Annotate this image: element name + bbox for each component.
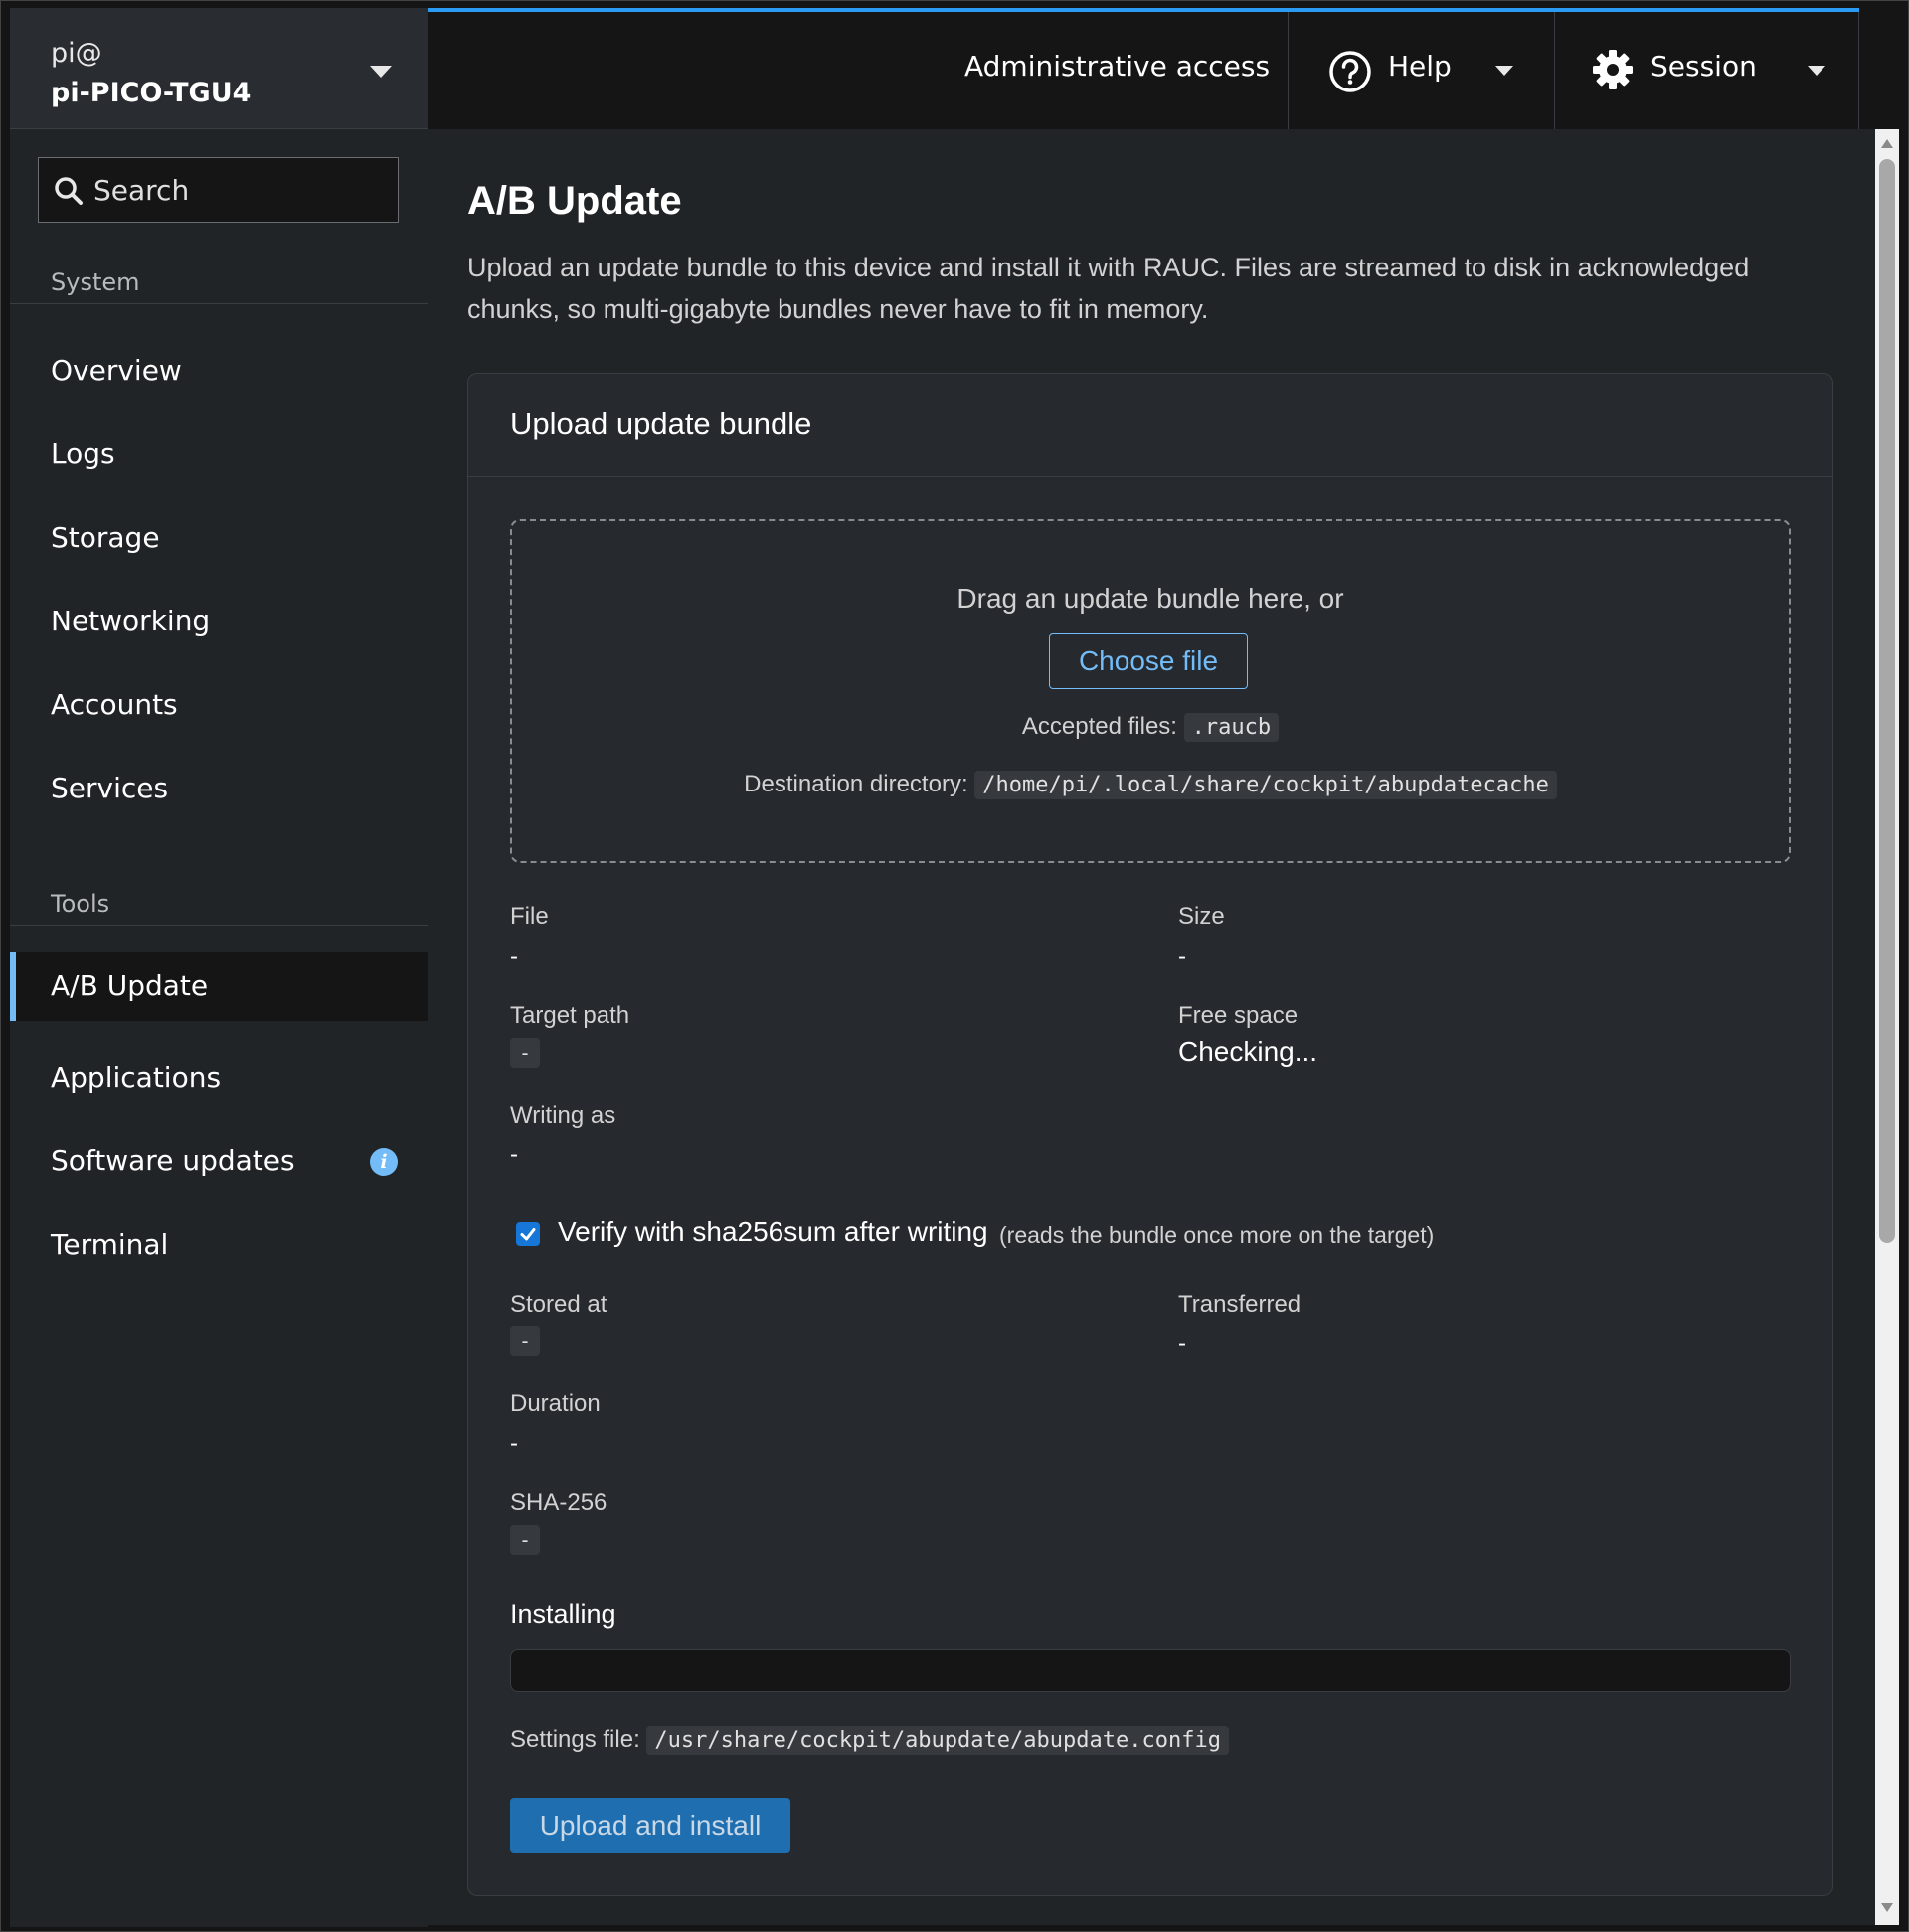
top-bar: Administrative access Help Session xyxy=(428,8,1859,129)
sidebar-item-label: Logs xyxy=(51,438,115,470)
sidebar-item-software-updates[interactable]: Software updates i xyxy=(10,1127,428,1196)
upload-card: Upload update bundle Drag an update bund… xyxy=(467,373,1833,1896)
sidebar-item-label: Networking xyxy=(51,605,211,637)
free-space-label: Free space xyxy=(1178,1002,1299,1029)
size-label: Size xyxy=(1178,903,1225,930)
host-user: pi@ xyxy=(51,38,102,69)
sidebar-item-logs[interactable]: Logs xyxy=(10,420,428,489)
stored-at-value: - xyxy=(510,1326,540,1356)
search-box xyxy=(38,157,399,223)
sha256-label: SHA-256 xyxy=(510,1490,607,1516)
check-icon xyxy=(520,1228,536,1241)
destination-value: /home/pi/.local/share/cockpit/abupdateca… xyxy=(974,771,1557,800)
administrative-access-button[interactable]: Administrative access xyxy=(964,50,1270,83)
sidebar-item-label: Storage xyxy=(51,521,160,554)
page-description: Upload an update bundle to this device a… xyxy=(467,253,1750,324)
sidebar-item-services[interactable]: Services xyxy=(10,754,428,823)
sidebar-item-overview[interactable]: Overview xyxy=(10,336,428,406)
sidebar: pi@ pi-PICO-TGU4 System Overview Logs St… xyxy=(10,8,428,1927)
settings-file-label: Settings file: xyxy=(510,1726,640,1753)
scrollbar[interactable] xyxy=(1875,129,1899,1925)
settings-file: Settings file: /usr/share/cockpit/abupda… xyxy=(510,1726,1229,1756)
settings-file-value: /usr/share/cockpit/abupdate/abupdate.con… xyxy=(646,1726,1229,1756)
verify-checkbox[interactable] xyxy=(516,1222,540,1246)
sidebar-item-label: Overview xyxy=(51,354,182,387)
help-label: Help xyxy=(1388,50,1452,83)
target-path-label: Target path xyxy=(510,1002,630,1029)
caret-down-icon xyxy=(1495,66,1513,76)
caret-down-icon xyxy=(370,66,392,78)
file-value: - xyxy=(510,943,518,969)
file-label: File xyxy=(510,903,549,930)
accepted-files-value: .raucb xyxy=(1183,713,1280,743)
duration-label: Duration xyxy=(510,1390,601,1417)
accepted-files-label: Accepted files: xyxy=(1021,713,1177,740)
duration-value: - xyxy=(510,1430,518,1457)
destination-directory: Destination directory: /home/pi/.local/s… xyxy=(512,771,1789,800)
caret-down-icon xyxy=(1808,66,1825,76)
destination-label: Destination directory: xyxy=(744,771,968,797)
transferred-label: Transferred xyxy=(1178,1291,1302,1317)
transferred-value: - xyxy=(1178,1330,1186,1357)
scroll-thumb[interactable] xyxy=(1879,159,1895,1243)
file-dropzone[interactable]: Drag an update bundle here, or Choose fi… xyxy=(510,519,1791,863)
session-label: Session xyxy=(1650,50,1757,83)
install-progress-bar xyxy=(510,1649,1791,1692)
section-heading: Tools xyxy=(51,890,110,918)
sidebar-item-label: Services xyxy=(51,772,169,804)
info-icon: i xyxy=(370,1148,398,1176)
sidebar-item-storage[interactable]: Storage xyxy=(10,503,428,573)
sidebar-item-applications[interactable]: Applications xyxy=(10,1043,428,1113)
target-path-value: - xyxy=(510,1038,540,1068)
card-title: Upload update bundle xyxy=(510,406,812,440)
size-value: - xyxy=(1178,943,1186,969)
installing-title: Installing xyxy=(510,1599,616,1629)
free-space-value: Checking... xyxy=(1178,1036,1318,1067)
help-icon xyxy=(1329,51,1371,92)
card-header: Upload update bundle xyxy=(468,374,1832,477)
host-name: pi-PICO-TGU4 xyxy=(51,78,252,108)
nav-section-tools: Tools xyxy=(10,890,428,926)
session-menu-button[interactable]: Session xyxy=(1555,12,1859,129)
writing-as-label: Writing as xyxy=(510,1102,616,1129)
upload-and-install-button[interactable]: Upload and install xyxy=(510,1798,790,1853)
sidebar-item-accounts[interactable]: Accounts xyxy=(10,670,428,740)
verify-label[interactable]: Verify with sha256sum after writing xyxy=(558,1216,988,1248)
sidebar-item-label: Applications xyxy=(51,1061,222,1094)
sidebar-item-ab-update[interactable]: A/B Update xyxy=(10,952,428,1021)
section-heading: System xyxy=(51,268,140,296)
nav-section-system: System xyxy=(10,268,428,304)
gear-icon xyxy=(1593,50,1633,89)
divider xyxy=(1858,12,1859,129)
search-input[interactable] xyxy=(93,158,392,222)
choose-file-button[interactable]: Choose file xyxy=(1049,633,1248,689)
stored-at-label: Stored at xyxy=(510,1291,607,1317)
sidebar-item-label: Software updates xyxy=(51,1144,295,1177)
sidebar-item-networking[interactable]: Networking xyxy=(10,587,428,656)
scroll-up-icon[interactable] xyxy=(1881,139,1893,148)
sha256-value: - xyxy=(510,1525,540,1555)
page-title: A/B Update xyxy=(467,179,682,223)
sidebar-item-label: Terminal xyxy=(51,1228,169,1261)
verify-note: (reads the bundle once more on the targe… xyxy=(999,1222,1435,1248)
search-icon xyxy=(55,177,83,205)
writing-as-value: - xyxy=(510,1142,518,1168)
scroll-down-icon[interactable] xyxy=(1881,1903,1893,1912)
sidebar-item-terminal[interactable]: Terminal xyxy=(10,1210,428,1280)
accepted-files: Accepted files: .raucb xyxy=(512,713,1789,743)
sidebar-item-label: Accounts xyxy=(51,688,178,721)
sidebar-item-label: A/B Update xyxy=(51,969,209,1002)
host-switcher[interactable]: pi@ pi-PICO-TGU4 xyxy=(10,8,428,129)
main-content: A/B Update Upload an update bundle to th… xyxy=(428,129,1875,1925)
help-menu-button[interactable]: Help xyxy=(1289,12,1551,129)
dropzone-prompt: Drag an update bundle here, or xyxy=(956,583,1344,614)
